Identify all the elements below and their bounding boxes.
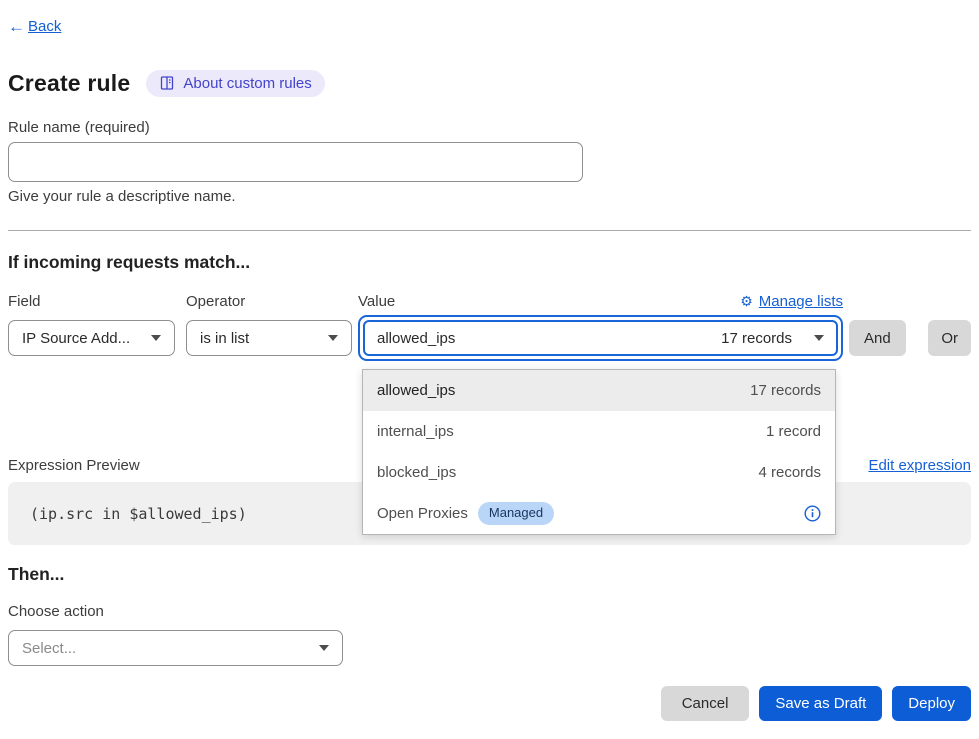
cancel-button[interactable]: Cancel [661, 686, 750, 721]
back-link-label: Back [28, 18, 61, 35]
list-option-records: 4 records [758, 464, 821, 481]
chevron-down-icon [814, 335, 824, 341]
value-select[interactable]: allowed_ips 17 records [363, 320, 838, 356]
operator-select[interactable]: is in list [186, 320, 352, 356]
manage-lists-label: Manage lists [759, 293, 843, 310]
rule-name-label: Rule name (required) [8, 119, 971, 137]
match-labels-row: Field Operator Value ⚙ Manage lists [8, 292, 843, 310]
or-button[interactable]: Or [928, 320, 971, 356]
list-option-allowed-ips[interactable]: allowed_ips 17 records [363, 370, 835, 411]
back-arrow-icon: ← [8, 18, 25, 35]
match-section-heading: If incoming requests match... [8, 251, 971, 273]
info-icon[interactable] [804, 505, 821, 522]
field-label: Field [8, 293, 186, 310]
about-custom-rules-link[interactable]: About custom rules [146, 70, 324, 97]
rule-name-helper-text: Give your rule a descriptive name. [8, 188, 971, 206]
chevron-down-icon [151, 335, 161, 341]
back-link[interactable]: ←Back [8, 18, 61, 35]
page-title: Create rule [8, 70, 130, 97]
list-option-records: 17 records [750, 382, 821, 399]
and-button[interactable]: And [849, 320, 906, 356]
choose-action-label: Choose action [8, 603, 971, 621]
section-divider [8, 230, 971, 231]
field-select-value: IP Source Add... [22, 330, 130, 347]
book-icon [159, 75, 175, 91]
managed-badge: Managed [478, 502, 554, 524]
chevron-down-icon [319, 645, 329, 651]
list-option-internal-ips[interactable]: internal_ips 1 record [363, 411, 835, 452]
value-label: Value [358, 293, 740, 310]
manage-lists-link[interactable]: ⚙ Manage lists [740, 293, 843, 310]
field-select[interactable]: IP Source Add... [8, 320, 175, 356]
deploy-button[interactable]: Deploy [892, 686, 971, 721]
action-select[interactable]: Select... [8, 630, 343, 666]
value-select-name: allowed_ips [377, 330, 455, 347]
list-option-records: 1 record [766, 423, 821, 440]
value-select-focus-ring: allowed_ips 17 records allowed_ips 17 re… [358, 315, 843, 361]
list-option-name: internal_ips [377, 423, 454, 440]
title-row: Create rule About custom rules [8, 67, 971, 99]
list-dropdown: allowed_ips 17 records internal_ips 1 re… [362, 369, 836, 535]
then-section-heading: Then... [8, 563, 971, 585]
list-option-name: Open Proxies [377, 505, 468, 522]
save-as-draft-button[interactable]: Save as Draft [759, 686, 882, 721]
operator-label: Operator [186, 293, 358, 310]
list-option-name: blocked_ips [377, 464, 456, 481]
value-select-records: 17 records [721, 330, 792, 347]
expression-preview-label: Expression Preview [8, 457, 140, 474]
rule-name-input[interactable] [8, 142, 583, 182]
action-select-placeholder: Select... [22, 640, 76, 657]
create-rule-page: ←Back Create rule About custom rules Rul… [0, 0, 979, 721]
operator-select-value: is in list [200, 330, 249, 347]
chevron-down-icon [328, 335, 338, 341]
match-controls-row: IP Source Add... is in list allowed_ips … [8, 314, 971, 362]
list-option-name: allowed_ips [377, 382, 455, 399]
expression-code: (ip.src in $allowed_ips) [30, 505, 247, 523]
gear-icon: ⚙ [740, 294, 753, 308]
footer-actions: Cancel Save as Draft Deploy [8, 686, 971, 721]
list-option-open-proxies[interactable]: Open Proxies Managed [363, 493, 835, 534]
list-option-blocked-ips[interactable]: blocked_ips 4 records [363, 452, 835, 493]
edit-expression-link[interactable]: Edit expression [868, 457, 971, 474]
about-custom-rules-label: About custom rules [183, 75, 311, 92]
